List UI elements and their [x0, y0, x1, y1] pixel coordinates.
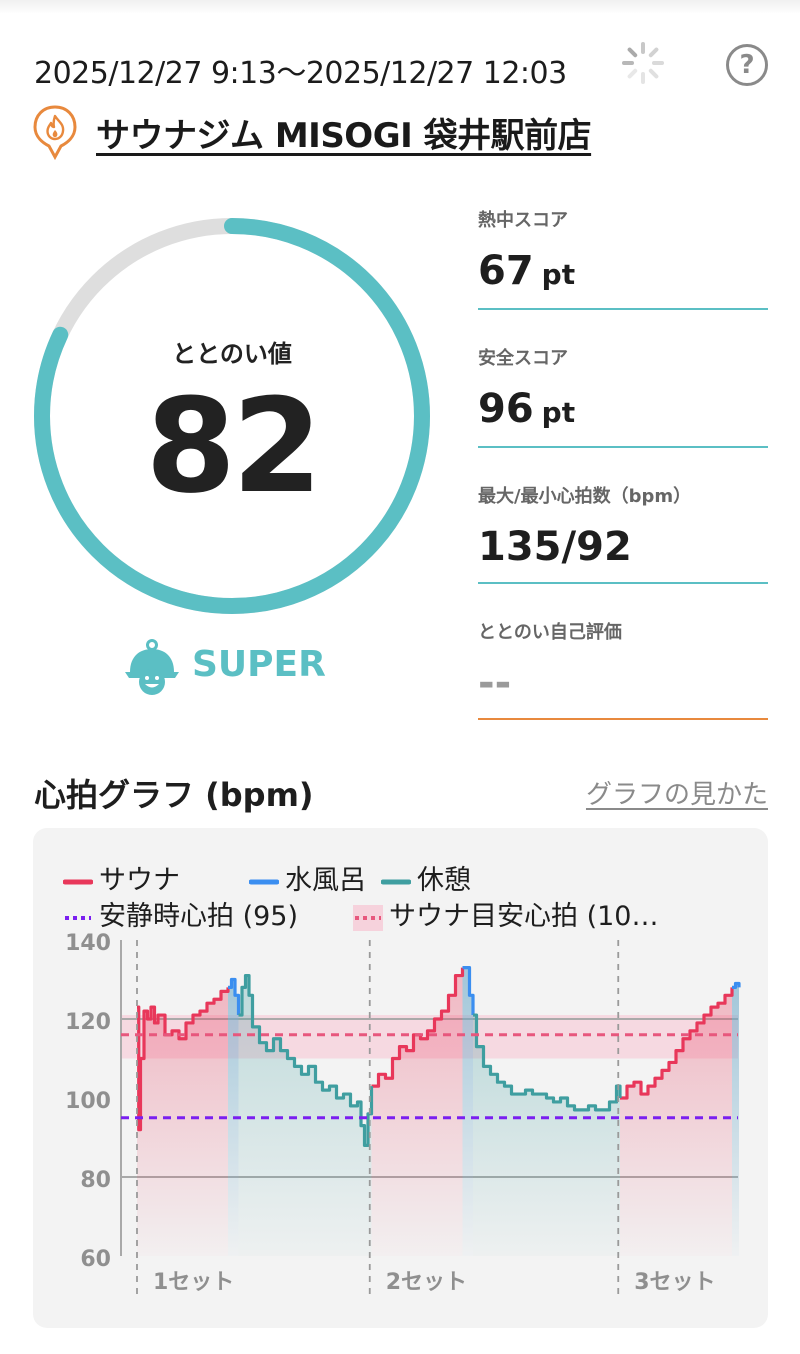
safety-score-caption: 安全スコア [478, 348, 568, 369]
totonoi-ring: ととのい値 82 [30, 214, 434, 618]
y-tick-label-80: 80 [80, 1168, 111, 1193]
heart-rate-chart-card: サウナ 水風呂 休憩 安静時心拍 (95) サウナ目安心拍 (10… 140 12… [33, 828, 768, 1328]
self-evaluation[interactable]: ととのい自己評価 -- [478, 618, 768, 720]
safety-score: 安全スコア 96 pt [478, 344, 768, 448]
set-label-2: 2セット [386, 1270, 467, 1295]
cold-bath-area-3 [732, 983, 739, 1256]
loading-spinner-icon [622, 42, 664, 84]
safety-score-unit: pt [541, 396, 576, 429]
heat-score-unit: pt [541, 258, 576, 291]
heart-rate-value: 135/92 [478, 524, 632, 570]
store-name[interactable]: サウナジム MISOGI 袋井駅前店 [96, 108, 592, 157]
safety-score-value: 96 [478, 386, 534, 432]
rank-badge: SUPER [124, 636, 364, 700]
graph-title: 心拍グラフ (bpm) [34, 776, 314, 814]
y-tick-label-60: 60 [80, 1247, 111, 1272]
session-header: 2025/12/27 9:13～2025/12/27 12:03 ? [34, 40, 774, 92]
y-tick-label-140: 140 [65, 931, 111, 956]
self-evaluation-caption: ととのい自己評価 [478, 622, 622, 643]
heat-score-value: 67 [478, 248, 534, 294]
set-label-1: 1セット [153, 1270, 234, 1295]
y-tick-label-100: 100 [65, 1089, 111, 1114]
y-tick-label-120: 120 [65, 1010, 111, 1035]
heat-score-caption: 熱中スコア [478, 210, 568, 231]
heart-rate-range: 最大/最小心拍数（bpm） 135/92 [478, 482, 768, 584]
help-button[interactable]: ? [726, 44, 768, 86]
rank-label: SUPER [192, 644, 326, 685]
sauna-location-pin-icon [33, 105, 77, 160]
heat-score: 熱中スコア 67 pt [478, 206, 768, 310]
store-link[interactable]: サウナジム MISOGI 袋井駅前店 [32, 104, 772, 160]
cold-bath-line-3 [732, 981, 741, 989]
totonoi-label: ととのい値 [172, 340, 292, 368]
set-label-3: 3セット [634, 1270, 715, 1295]
heart-rate-caption: 最大/最小心拍数（bpm） [478, 486, 692, 507]
totonoi-value: 82 [145, 370, 323, 522]
self-evaluation-value: -- [478, 660, 512, 706]
sauna-hat-mascot-icon [125, 639, 179, 695]
session-datetime: 2025/12/27 9:13～2025/12/27 12:03 [34, 56, 567, 91]
graph-help-link[interactable]: グラフの見かた [586, 774, 768, 811]
top-fade [0, 0, 800, 14]
heart-rate-chart: 140 120 100 80 60 1セット 2セット 3セット [65, 931, 741, 1296]
